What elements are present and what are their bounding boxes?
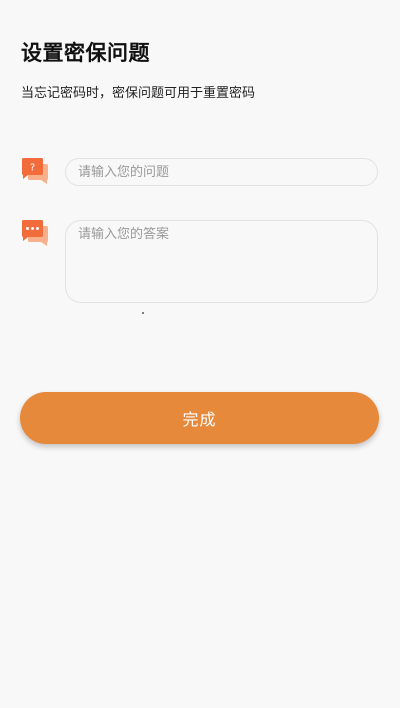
page-subtitle: 当忘记密码时，密保问题可用于重置密码 — [21, 86, 256, 101]
answer-chat-icon — [21, 219, 49, 247]
svg-text:?: ? — [30, 163, 35, 174]
page-title: 设置密保问题 — [21, 41, 150, 65]
done-button[interactable]: 完成 — [20, 392, 379, 444]
stray-dot — [142, 312, 144, 314]
answer-input[interactable] — [65, 220, 378, 303]
question-chat-icon: ? — [21, 157, 49, 185]
question-input[interactable] — [65, 158, 378, 186]
